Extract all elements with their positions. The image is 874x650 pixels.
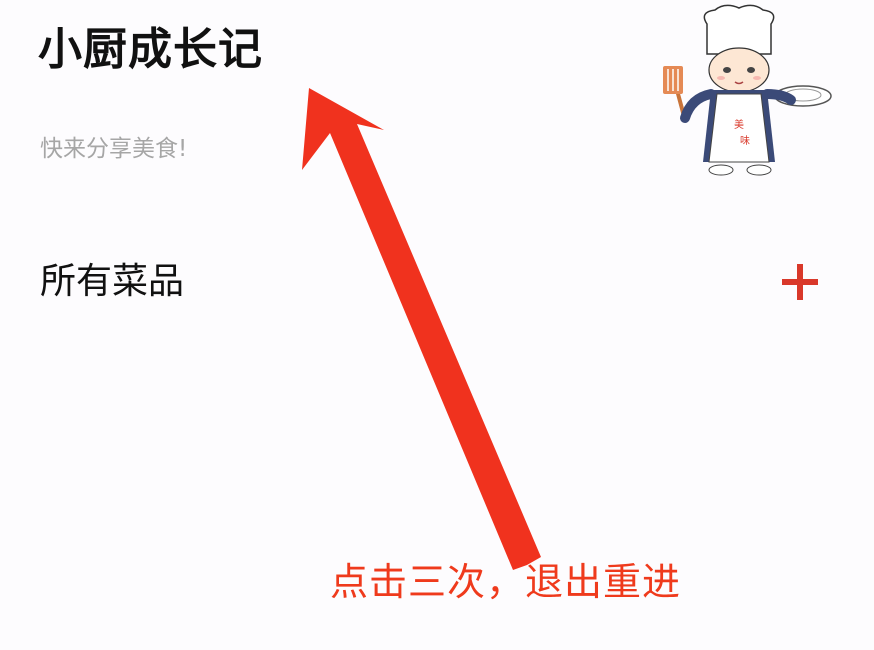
annotation-text: 点击三次，退出重进 xyxy=(330,560,682,604)
app-subtitle: 快来分享美食! xyxy=(40,136,188,162)
svg-text:美: 美 xyxy=(734,118,744,131)
section-title-all-dishes: 所有菜品 xyxy=(40,261,185,302)
spatula-icon xyxy=(663,66,687,121)
plus-icon xyxy=(782,264,818,300)
chef-mascot-image: 美 味 xyxy=(663,4,832,176)
svg-text:味: 味 xyxy=(740,135,750,147)
add-dish-button[interactable] xyxy=(770,252,830,312)
app-title: 小厨成长记 xyxy=(38,24,263,75)
